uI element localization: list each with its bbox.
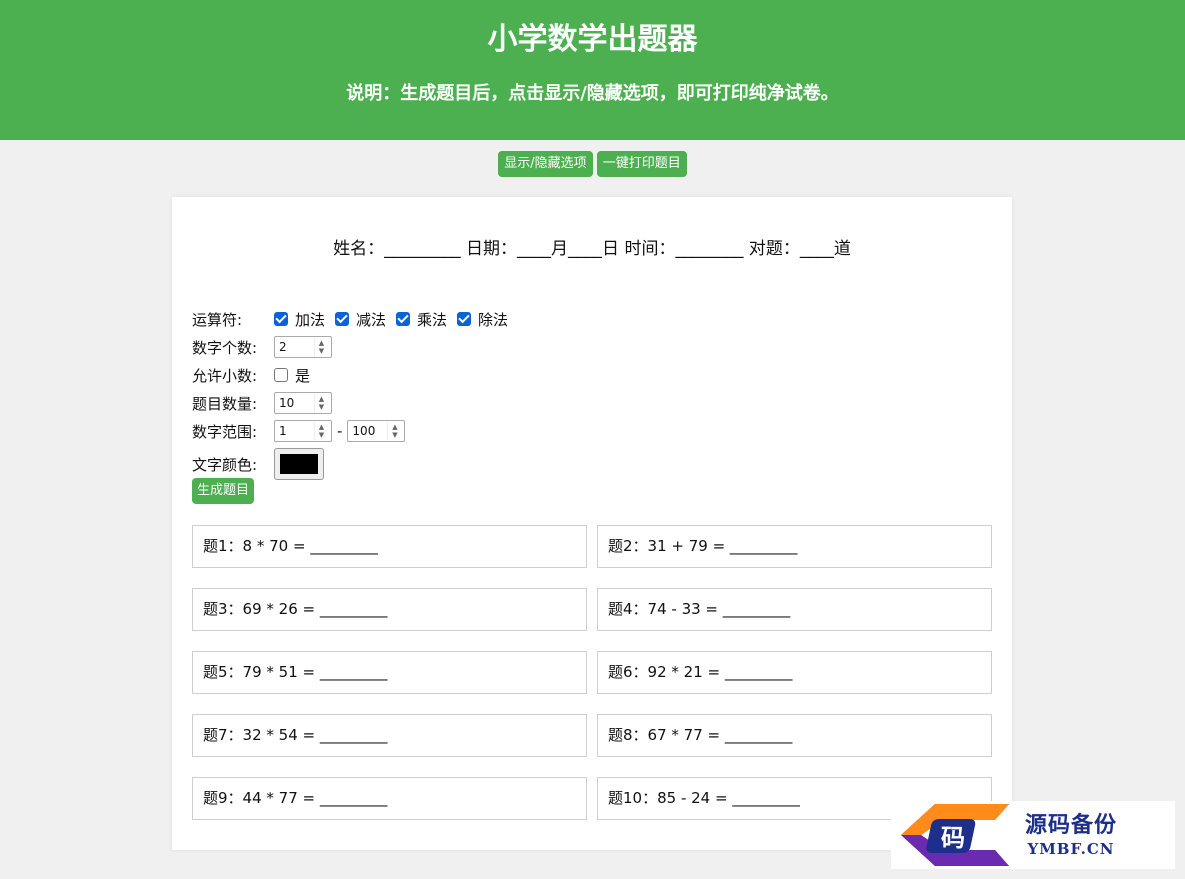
watermark-en: YMBF.CN bbox=[1027, 840, 1115, 858]
question-count-label: 题目数量: bbox=[192, 394, 258, 413]
toolbar: 显示/隐藏选项 一键打印题目 bbox=[0, 151, 1185, 177]
watermark: 码 源码备份 YMBF.CN bbox=[891, 801, 1175, 869]
toggle-options-button[interactable]: 显示/隐藏选项 bbox=[498, 151, 593, 177]
color-swatch bbox=[280, 454, 318, 474]
generate-button[interactable]: 生成题目 bbox=[192, 478, 255, 504]
operators-label: 运算符: bbox=[192, 310, 243, 329]
print-button[interactable]: 一键打印题目 bbox=[596, 151, 687, 177]
question-item: 题8：67 * 77 = _________ bbox=[597, 714, 992, 757]
divide-checkbox[interactable] bbox=[457, 312, 472, 326]
watermark-logo: 码 bbox=[891, 802, 1021, 868]
options-panel: 运算符: 加法 减法 乘法 除法 数字个数: 2 ▲ ▼ 允许小数: 是 题目数量… bbox=[192, 305, 518, 483]
allow-decimal-checkbox[interactable] bbox=[274, 368, 288, 382]
number-count-input[interactable]: 2 ▲ ▼ bbox=[274, 336, 332, 358]
page-header: 小学数学出题器 说明：生成题目后，点击显示/隐藏选项，即可打印纯净试卷。 bbox=[0, 0, 1185, 140]
question-item: 题6：92 * 21 = _________ bbox=[597, 651, 992, 694]
question-count-input[interactable]: 10 ▲ ▼ bbox=[274, 392, 332, 414]
question-count-row: 题目数量: 10 ▲ ▼ bbox=[192, 389, 518, 417]
question-item: 题1：8 * 70 = _________ bbox=[192, 525, 587, 568]
range-min-value: 1 bbox=[279, 424, 287, 438]
range-max-spinner[interactable]: ▲ ▼ bbox=[387, 422, 401, 440]
watermark-text: 源码备份 YMBF.CN bbox=[1025, 811, 1117, 859]
range-label: 数字范围: bbox=[192, 422, 258, 441]
page-description: 说明：生成题目后，点击显示/隐藏选项，即可打印纯净试卷。 bbox=[346, 83, 839, 104]
number-count-label: 数字个数: bbox=[192, 338, 258, 357]
multiply-checkbox[interactable] bbox=[396, 312, 411, 326]
worksheet-card: 姓名：_________ 日期：____月____日 时间：________ 对… bbox=[172, 197, 1012, 850]
multiply-label: 乘法 bbox=[417, 310, 448, 329]
range-max-value: 100 bbox=[352, 424, 376, 438]
add-checkbox[interactable] bbox=[274, 312, 288, 326]
page-title: 小学数学出题器 bbox=[487, 22, 698, 57]
question-item: 题4：74 - 33 = _________ bbox=[597, 588, 992, 631]
student-info-line: 姓名：_________ 日期：____月____日 时间：________ 对… bbox=[333, 239, 851, 259]
question-count-spinner[interactable]: ▲ ▼ bbox=[314, 394, 328, 412]
watermark-logo-graphic: 码 bbox=[901, 804, 1009, 866]
question-item: 题2：31 + 79 = _________ bbox=[597, 525, 992, 568]
divide-label: 除法 bbox=[478, 310, 509, 329]
number-count-value: 2 bbox=[279, 340, 287, 354]
add-label: 加法 bbox=[295, 310, 326, 329]
allow-decimal-row: 允许小数: 是 bbox=[192, 361, 518, 389]
question-item: 题5：79 * 51 = _________ bbox=[192, 651, 587, 694]
question-item: 题3：69 * 26 = _________ bbox=[192, 588, 587, 631]
text-color-label: 文字颜色: bbox=[192, 455, 258, 474]
operators-row: 运算符: 加法 减法 乘法 除法 bbox=[192, 305, 518, 333]
number-count-spinner[interactable]: ▲ ▼ bbox=[314, 338, 328, 356]
subtract-checkbox[interactable] bbox=[335, 312, 350, 326]
range-min-input[interactable]: 1 ▲ ▼ bbox=[274, 420, 332, 442]
watermark-cn: 源码备份 bbox=[1025, 812, 1118, 838]
allow-decimal-option: 是 bbox=[295, 366, 311, 385]
subtract-label: 减法 bbox=[356, 310, 387, 329]
question-item: 题7：32 * 54 = _________ bbox=[192, 714, 587, 757]
range-min-spinner[interactable]: ▲ ▼ bbox=[314, 422, 328, 440]
range-max-input[interactable]: 100 ▲ ▼ bbox=[347, 420, 406, 442]
text-color-picker[interactable] bbox=[274, 448, 324, 480]
question-item: 题9：44 * 77 = _________ bbox=[192, 777, 587, 820]
number-count-row: 数字个数: 2 ▲ ▼ bbox=[192, 333, 518, 361]
question-count-value: 10 bbox=[279, 396, 295, 410]
range-separator: - bbox=[337, 422, 343, 440]
allow-decimal-label: 允许小数: bbox=[192, 366, 258, 385]
watermark-logo-char: 码 bbox=[941, 823, 965, 852]
range-row: 数字范围: 1 ▲ ▼ - 100 ▲ ▼ bbox=[192, 417, 518, 445]
